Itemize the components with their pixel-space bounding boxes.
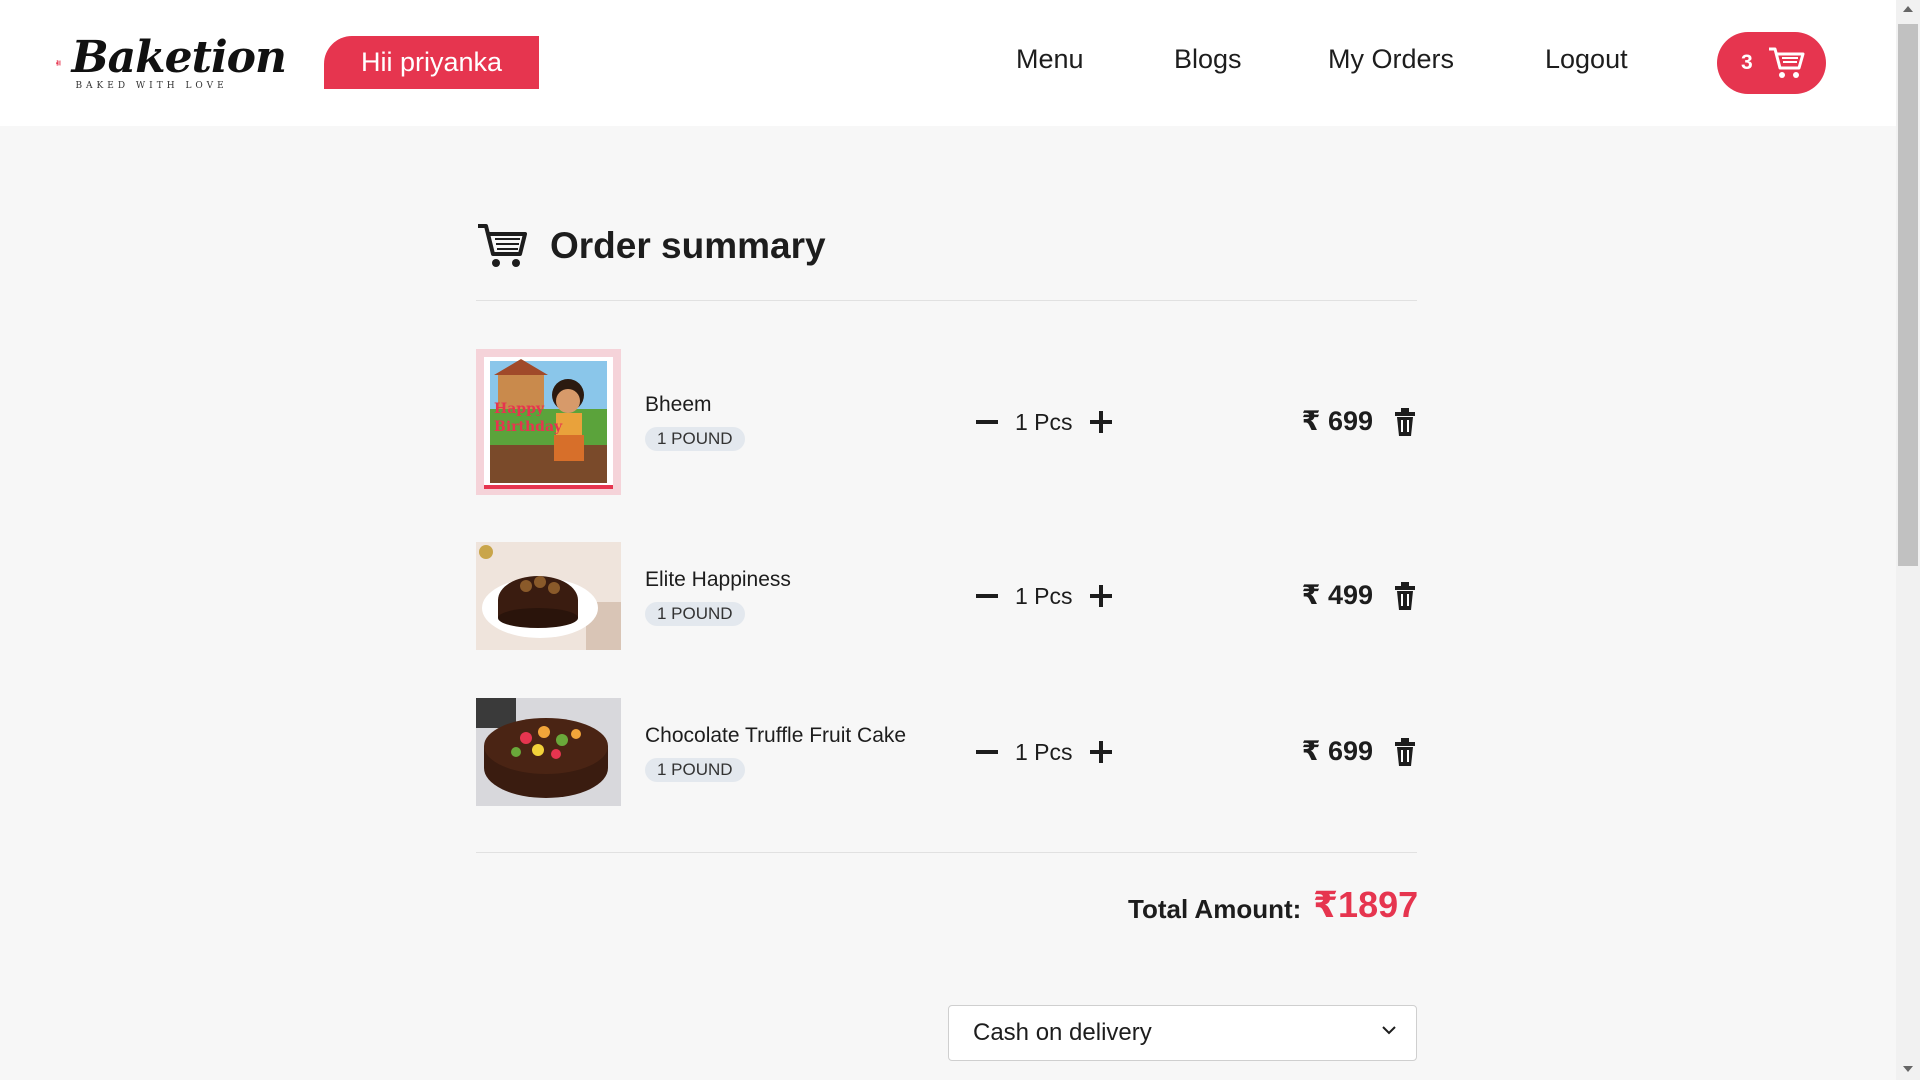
increase-quantity-button[interactable] xyxy=(1087,408,1115,436)
item-price: ₹ 499 xyxy=(1301,580,1373,610)
baker-logo-icon xyxy=(56,60,62,66)
item-size-badge: 1 POUND xyxy=(645,758,745,782)
minus-icon xyxy=(976,420,998,424)
logo-tagline: BAKED WITH LOVE xyxy=(75,81,228,91)
logo-wordmark: Baketion xyxy=(71,32,287,83)
scrollbar-thumb[interactable] xyxy=(1898,24,1918,566)
plus-icon xyxy=(1089,585,1112,607)
plus-icon xyxy=(1089,411,1112,433)
fruit-cake-image xyxy=(476,698,621,806)
item-image: Happy Birthday xyxy=(476,349,621,495)
trash-icon[interactable] xyxy=(1393,738,1417,766)
minus-icon xyxy=(976,594,998,598)
item-price: ₹ 699 xyxy=(1301,736,1373,766)
quantity-value: 1 Pcs xyxy=(1015,408,1073,435)
decrease-quantity-button[interactable] xyxy=(973,582,1001,610)
item-size-badge: 1 POUND xyxy=(645,602,745,626)
item-name: Elite Happiness xyxy=(645,568,791,591)
logo-text: Baketion BAKED WITH LOVE xyxy=(71,32,287,92)
increase-quantity-button[interactable] xyxy=(1087,738,1115,766)
item-image xyxy=(476,698,621,806)
cart-item: Happy Birthday Bheem 1 POUND 1 Pcs ₹ 699 xyxy=(476,349,1417,495)
scroll-up-arrow-icon[interactable] xyxy=(1903,6,1913,12)
scroll-down-arrow-icon[interactable] xyxy=(1903,1066,1913,1072)
payment-method-select[interactable]: Cash on delivery xyxy=(948,1005,1417,1061)
svg-text:Birthday: Birthday xyxy=(494,419,563,435)
item-size-badge: 1 POUND xyxy=(645,427,745,451)
page-title: Order summary xyxy=(550,225,826,266)
shopping-cart-icon xyxy=(1768,47,1805,78)
trash-icon[interactable] xyxy=(1393,408,1417,436)
item-name: Chocolate Truffle Fruit Cake xyxy=(645,724,907,747)
user-greeting: Hii priyanka xyxy=(324,36,539,89)
total-amount-label: Total Amount: xyxy=(1128,894,1302,924)
plus-icon xyxy=(1089,741,1112,763)
cart-item: Elite Happiness 1 POUND 1 Pcs ₹ 499 xyxy=(476,542,1417,650)
nav-blogs-link[interactable]: Blogs xyxy=(1174,44,1242,75)
quantity-stepper: 1 Pcs xyxy=(973,582,1115,610)
divider xyxy=(476,300,1417,301)
chocolate-cake-image xyxy=(476,542,621,650)
item-price: ₹ 699 xyxy=(1301,406,1373,436)
order-summary-heading: Order summary xyxy=(476,222,826,270)
quantity-value: 1 Pcs xyxy=(1015,582,1073,609)
decrease-quantity-button[interactable] xyxy=(973,408,1001,436)
minus-icon xyxy=(976,750,998,754)
item-name: Bheem xyxy=(645,393,712,416)
nav-my-orders-link[interactable]: My Orders xyxy=(1328,44,1454,75)
trash-icon[interactable] xyxy=(1393,582,1417,610)
item-image xyxy=(476,542,621,650)
total-amount-value: ₹1897 xyxy=(1313,884,1419,925)
nav-logout-link[interactable]: Logout xyxy=(1545,44,1628,75)
payment-method-value: Cash on delivery xyxy=(973,1019,1152,1046)
increase-quantity-button[interactable] xyxy=(1087,582,1115,610)
quantity-stepper: 1 Pcs xyxy=(973,408,1115,436)
svg-text:Happy: Happy xyxy=(494,401,545,417)
quantity-value: 1 Pcs xyxy=(1015,738,1073,765)
cart-button[interactable]: 3 xyxy=(1717,32,1826,94)
quantity-stepper: 1 Pcs xyxy=(973,738,1115,766)
decrease-quantity-button[interactable] xyxy=(973,738,1001,766)
chevron-down-icon xyxy=(1382,1026,1396,1035)
divider xyxy=(476,852,1417,853)
shopping-cart-icon xyxy=(478,224,527,267)
cart-item: Chocolate Truffle Fruit Cake 1 POUND 1 P… xyxy=(476,698,1417,806)
nav-menu-link[interactable]: Menu xyxy=(1016,44,1084,75)
site-header: Baketion BAKED WITH LOVE Hii priyanka Me… xyxy=(0,0,1896,126)
cart-count-badge: 3 xyxy=(1741,51,1753,74)
logo[interactable]: Baketion BAKED WITH LOVE xyxy=(56,22,287,104)
birthday-cake-image: Happy Birthday xyxy=(476,349,621,495)
